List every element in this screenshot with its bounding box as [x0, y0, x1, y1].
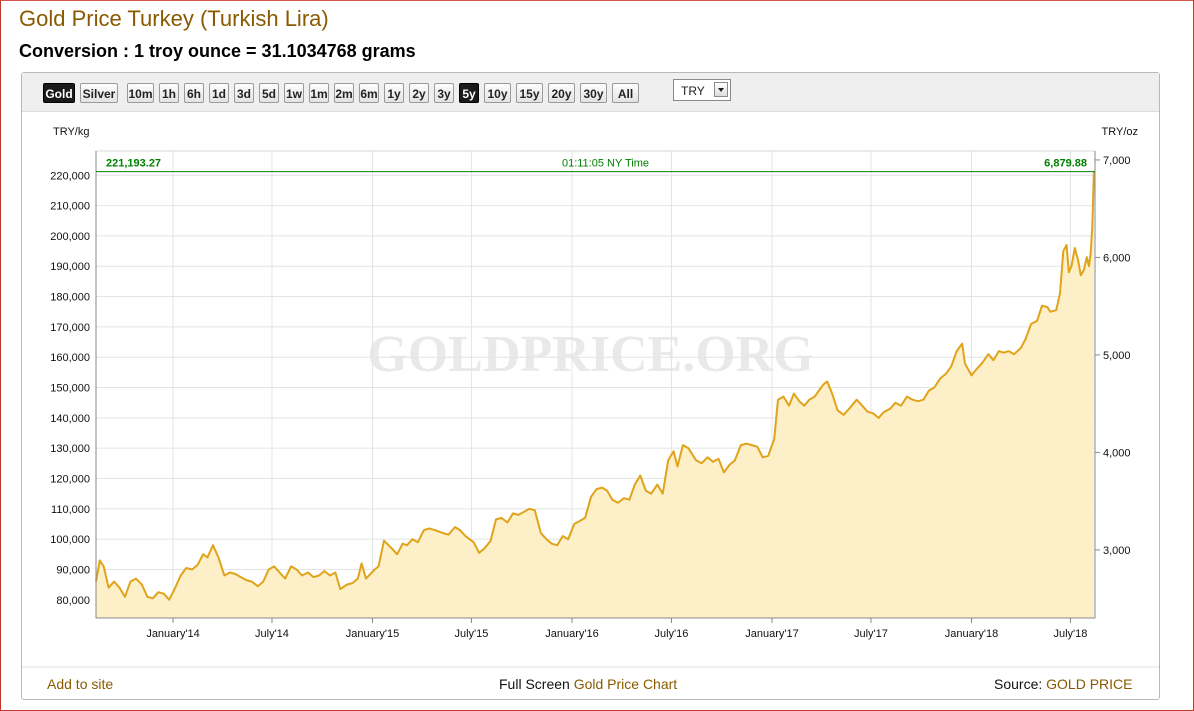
x-tick-label: January'15: [346, 628, 399, 640]
gold-price-chart: GOLDPRICE.ORG 80,000 90,000 100,000 110,000 1…: [22, 126, 1159, 668]
source-text: Source: GOLD PRICE: [994, 676, 1133, 692]
x-tick-label: July'16: [655, 628, 689, 640]
left-tick-label: 170,000: [50, 322, 90, 334]
right-tick-label: 6,000: [1103, 252, 1131, 264]
right-tick-label: 7,000: [1103, 155, 1131, 167]
chart-panel: Gold Silver 10m 1h 6h 1d 3d 5d 1w 1m 2m 6m 1y 2y 3y 5y 1…: [21, 72, 1160, 700]
x-tick-label: July'14: [255, 628, 289, 640]
left-tick-label: 210,000: [50, 201, 90, 213]
left-tick-label: 200,000: [50, 231, 90, 243]
full-screen-text: Full Screen Gold Price Chart: [499, 676, 677, 692]
x-tick-label: January'18: [945, 628, 998, 640]
left-tick-label: 110,000: [51, 504, 90, 516]
x-tick-label: July'18: [1053, 628, 1087, 640]
current-time: 01:11:05 NY Time: [562, 158, 649, 170]
right-tick-label: 5,000: [1103, 350, 1131, 362]
left-tick-label: 100,000: [50, 534, 90, 546]
left-tick-label: 80,000: [56, 595, 90, 607]
x-tick-label: January'16: [545, 628, 598, 640]
add-to-site-link[interactable]: Add to site: [47, 676, 113, 692]
left-unit-label: TRY/kg: [53, 126, 89, 138]
source-link[interactable]: GOLD PRICE: [1046, 676, 1132, 692]
left-tick-label: 180,000: [50, 292, 90, 304]
left-tick-label: 90,000: [56, 564, 90, 576]
left-tick-label: 140,000: [50, 413, 90, 425]
x-tick-label: July'15: [454, 628, 488, 640]
left-tick-label: 220,000: [50, 170, 90, 182]
source-prefix: Source:: [994, 676, 1043, 692]
x-tick-label: July'17: [854, 628, 888, 640]
right-tick-label: 4,000: [1103, 447, 1131, 459]
left-tick-label: 160,000: [50, 352, 90, 364]
left-tick-label: 130,000: [50, 443, 90, 455]
page-title: Gold Price Turkey (Turkish Lira): [19, 6, 329, 31]
left-tick-label: 120,000: [50, 474, 90, 486]
current-price-kg: 221,193.27: [106, 158, 161, 170]
current-price-oz: 6,879.88: [1044, 158, 1087, 170]
left-tick-label: 190,000: [50, 261, 90, 273]
full-screen-chart-link[interactable]: Gold Price Chart: [574, 676, 677, 692]
left-tick-label: 150,000: [50, 383, 90, 395]
x-tick-label: January'14: [146, 628, 199, 640]
right-tick-label: 3,000: [1103, 545, 1131, 557]
full-screen-prefix: Full Screen: [499, 676, 570, 692]
watermark: GOLDPRICE.ORG: [367, 326, 813, 383]
right-unit-label: TRY/oz: [1102, 126, 1138, 138]
conversion-text: Conversion : 1 troy ounce = 31.1034768 g…: [19, 41, 416, 61]
x-tick-label: January'17: [745, 628, 798, 640]
